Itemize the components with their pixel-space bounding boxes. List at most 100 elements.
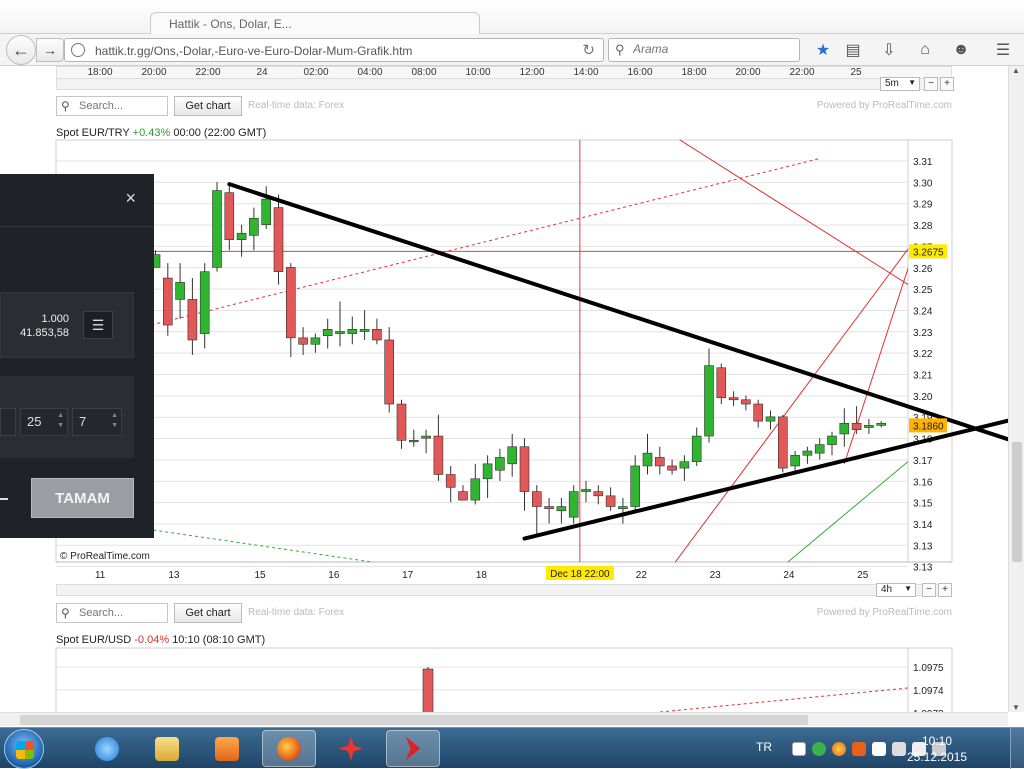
chart1-x-tick-label: 13 xyxy=(168,570,180,581)
chart1-candle-body xyxy=(618,506,628,509)
clock-date[interactable]: 25.12.2015 xyxy=(902,750,972,764)
taskbar-media-player[interactable] xyxy=(200,730,254,767)
chart1-candle-body xyxy=(704,365,714,437)
dialog-dash xyxy=(0,498,8,500)
chart1-x-tick-label: 24 xyxy=(783,570,795,581)
scroll-up-icon[interactable]: ▲ xyxy=(1012,66,1020,75)
taskbar-file-explorer[interactable] xyxy=(140,730,194,767)
forward-button[interactable]: → xyxy=(36,38,64,62)
close-icon[interactable]: × xyxy=(125,188,136,209)
spinner-arrows-icon[interactable]: ▲ ▼ xyxy=(57,411,64,431)
windows-logo-icon xyxy=(16,741,34,759)
spinner-left-stub[interactable] xyxy=(0,408,16,436)
url-bar[interactable]: hattik.tr.gg/Ons,-Dolar,-Euro-ve-Euro-Do… xyxy=(64,38,604,62)
chart1-candle-body xyxy=(421,435,431,439)
home-icon[interactable]: ⌂ xyxy=(914,40,936,60)
chart1-y-tick-label: 3.28 xyxy=(913,221,933,232)
chart1-candle-body xyxy=(851,422,862,430)
chat-icon[interactable]: ☻ xyxy=(950,40,972,60)
chart1-y-tick-label: 3.31 xyxy=(913,157,933,168)
taskbar-app-red-star[interactable] xyxy=(324,730,378,767)
scroll-down-icon[interactable]: ▼ xyxy=(1012,703,1020,712)
bookmark-star-icon[interactable]: ★ xyxy=(812,40,834,60)
dialog-value-2: 41.853,58 xyxy=(20,327,69,339)
taskbar-app-red-arrow[interactable] xyxy=(386,730,440,767)
chart1-y-tick-label: 3.23 xyxy=(913,328,933,339)
prev-time-label: 08:00 xyxy=(411,67,436,78)
chart1-candle-body xyxy=(458,491,468,501)
browser-tab[interactable]: Hattik - Ons, Dolar, E... xyxy=(150,12,480,34)
chart1-candle-body xyxy=(335,331,345,334)
ok-button[interactable]: TAMAM xyxy=(31,478,134,518)
chart1-candle-body xyxy=(433,435,444,475)
list-icon[interactable]: ☰ xyxy=(83,311,113,339)
vertical-scroll-thumb[interactable] xyxy=(1012,442,1022,562)
spinner-1[interactable]: 25 ▲ ▼ xyxy=(20,408,68,436)
horizontal-scrollbar[interactable] xyxy=(0,712,1008,726)
chart1-y-tick-label: 3.29 xyxy=(913,200,933,211)
chart1-candle-body xyxy=(347,329,358,334)
spinner-2[interactable]: 7 ▲ ▼ xyxy=(72,408,122,436)
chart2-candle-body xyxy=(422,668,434,712)
back-button[interactable]: ← xyxy=(6,35,36,65)
flag-icon[interactable] xyxy=(872,742,886,756)
show-desktop-button[interactable] xyxy=(1010,728,1024,769)
tray-expand-icon[interactable] xyxy=(792,742,806,756)
dialog-amount-box: 1.000 41.853,58 ☰ xyxy=(0,292,134,358)
clock-time[interactable]: 10:10 xyxy=(902,734,972,748)
forward-arrow-icon: → xyxy=(43,42,57,58)
chart1-candle-body xyxy=(753,403,764,422)
chart1-y-tick-label: 3.17 xyxy=(913,456,933,467)
tray-green-icon[interactable] xyxy=(812,742,826,756)
chart1-candle-body xyxy=(630,465,641,507)
taskbar-internet-explorer[interactable] xyxy=(80,730,134,767)
taskbar: TR 10:10 25.12.2015 xyxy=(0,727,1024,769)
prev-time-label: 10:00 xyxy=(465,67,490,78)
bookmarks-list-icon[interactable]: ▤ xyxy=(842,40,864,60)
taskbar-firefox[interactable] xyxy=(262,730,316,767)
tray-orange-icon[interactable] xyxy=(852,742,866,756)
browser-search-input[interactable] xyxy=(633,42,793,56)
chart1-candle-body xyxy=(814,444,825,454)
chart1-candle-body xyxy=(445,474,456,488)
chart1-candle-body xyxy=(322,329,333,337)
search-icon: ⚲ xyxy=(615,42,625,57)
chart1-x-tick-label: 25 xyxy=(857,570,869,581)
spinner-2-value: 7 xyxy=(79,414,87,429)
prev-time-label: 20:00 xyxy=(735,67,760,78)
chart1-candle-body xyxy=(495,457,505,471)
horizontal-scroll-thumb[interactable] xyxy=(20,715,808,725)
chart1-candle-body xyxy=(482,463,493,480)
vertical-scrollbar[interactable]: ▲ ▼ xyxy=(1008,66,1024,712)
chart1-candle-body xyxy=(568,491,579,518)
chart1-y-tick-label: 3.14 xyxy=(913,520,933,531)
chart1-candle-body xyxy=(667,465,677,471)
tray-firefox-icon[interactable] xyxy=(832,742,846,756)
reload-icon[interactable]: ↻ xyxy=(582,41,595,59)
start-button[interactable] xyxy=(4,729,44,769)
chart1-candle-body xyxy=(531,491,542,507)
folder-icon xyxy=(155,736,179,761)
chart1-y-tick-label: 3.13 xyxy=(913,563,933,574)
downloads-icon[interactable]: ⇩ xyxy=(878,40,900,60)
chart1-candle-body xyxy=(310,337,321,345)
chart1-x-tick-label: 18 xyxy=(476,570,488,581)
tab-title: Hattik - Ons, Dolar, E... xyxy=(169,17,292,31)
language-indicator[interactable]: TR xyxy=(756,740,772,754)
chart1-candle-body xyxy=(273,207,284,272)
chart1-x-tick-label: 16 xyxy=(328,570,340,581)
menu-icon[interactable]: ☰ xyxy=(992,40,1014,60)
prev-time-label: 18:00 xyxy=(87,67,112,78)
chart2-frame xyxy=(55,647,953,712)
chart1-candle-body xyxy=(236,232,247,240)
chart1-candle-body xyxy=(175,282,185,300)
browser-search-box[interactable]: ⚲ xyxy=(608,38,800,62)
browser-tabstrip: Hattik - Ons, Dolar, E... xyxy=(0,0,1024,34)
spinner-arrows-icon[interactable]: ▲ ▼ xyxy=(111,411,118,431)
chart1-x-tick-label: 17 xyxy=(402,570,414,581)
chart1-candle-body xyxy=(556,506,567,512)
prev-time-label: 14:00 xyxy=(573,67,598,78)
chart1-y-tick-label: 3.25 xyxy=(913,285,933,296)
chart1-candle-body xyxy=(581,489,591,492)
chart1-x-tick-label: 11 xyxy=(95,570,106,581)
